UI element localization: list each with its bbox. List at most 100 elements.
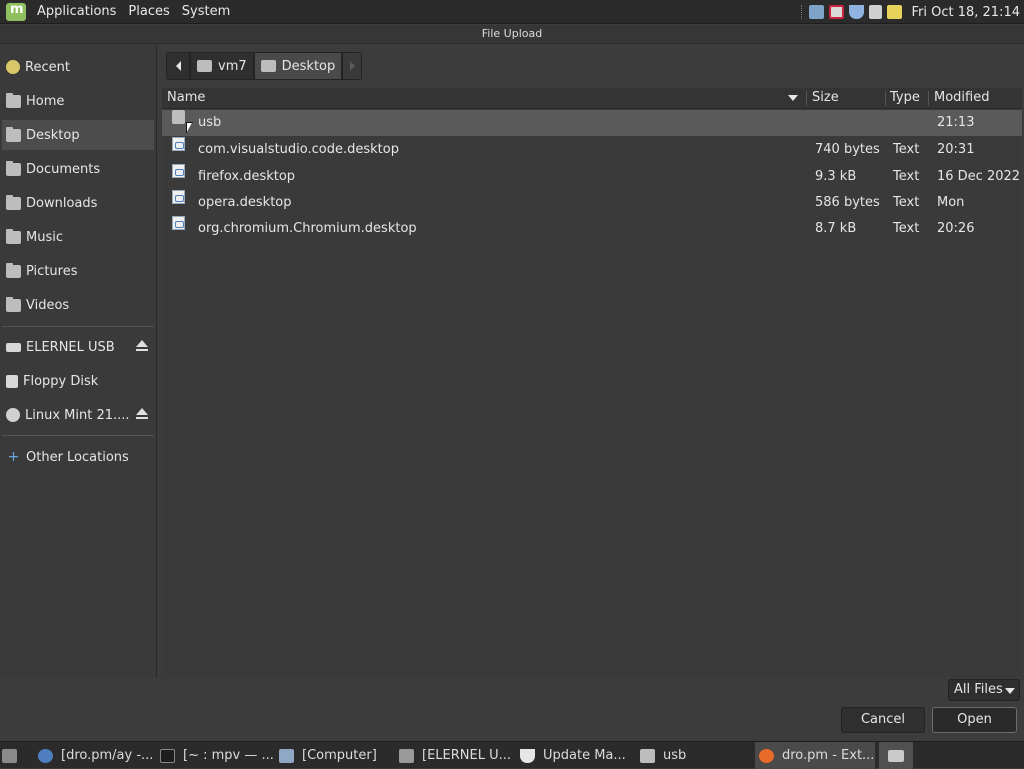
sidebar-item-elernel-usb[interactable]: ELERNEL USB	[2, 332, 154, 362]
taskbar-item-update-manager[interactable]: Update Ma...	[520, 742, 632, 769]
sidebar-item-label: Home	[26, 93, 65, 109]
path-forward-button[interactable]	[342, 52, 363, 80]
eject-icon[interactable]	[136, 408, 148, 420]
pictures-folder-icon	[6, 262, 21, 278]
shield-icon[interactable]	[849, 5, 865, 19]
clock[interactable]: Fri Oct 18, 21:14	[911, 5, 1020, 20]
sidebar-item-label: Music	[26, 229, 63, 245]
drive-icon	[6, 342, 21, 352]
taskbar-item-label: [ELERNEL U...	[422, 748, 512, 763]
file-name: firefox.desktop	[198, 169, 296, 184]
path-crumb-label: Desktop	[281, 58, 336, 74]
table-row[interactable]: org.chromium.Chromium.desktop 8.7 kB Tex…	[162, 216, 1022, 242]
taskbar-item-label: dro.pm - Ext...	[782, 748, 875, 763]
sidebar-item-label: Recent	[25, 59, 70, 75]
table-row[interactable]: usb 21:13	[162, 110, 1022, 136]
path-crumb-desktop[interactable]: Desktop	[253, 52, 343, 80]
places-menu[interactable]: Places	[125, 4, 172, 19]
column-header-type[interactable]: Type	[885, 88, 929, 109]
disc-icon	[6, 408, 20, 422]
taskbar-item-usb[interactable]: usb	[640, 742, 752, 769]
sidebar-item-documents[interactable]: Documents	[2, 154, 154, 184]
path-crumb-vm7[interactable]: vm7	[190, 52, 254, 80]
desktop-file-icon	[172, 216, 185, 230]
system-tray: Fri Oct 18, 21:14	[801, 0, 1020, 24]
update-icon[interactable]	[829, 5, 845, 19]
volume-icon[interactable]	[869, 5, 883, 19]
sidebar-item-label: Pictures	[26, 263, 78, 279]
sidebar-item-label: Floppy Disk	[23, 373, 99, 389]
file-modified: 16 Dec 2022	[937, 169, 1021, 184]
sort-descending-icon	[788, 95, 798, 101]
system-menu[interactable]: System	[179, 4, 233, 19]
sidebar-item-desktop[interactable]: Desktop	[2, 120, 154, 150]
path-back-button[interactable]	[166, 52, 190, 80]
cancel-button[interactable]: Cancel	[841, 707, 925, 733]
taskbar-item-firefox[interactable]: dro.pm - Ext...	[755, 742, 875, 769]
open-button[interactable]: Open	[932, 707, 1017, 733]
sidebar-item-pictures[interactable]: Pictures	[2, 256, 154, 286]
home-folder-icon	[6, 92, 21, 108]
column-header-name[interactable]: Name	[162, 88, 806, 109]
browser-icon	[38, 748, 53, 763]
file-size: 9.3 kB	[815, 169, 857, 184]
sidebar-item-label: Other Locations	[26, 449, 129, 465]
file-list-header: Name Size Type Modified	[162, 88, 1022, 109]
file-size: 586 bytes	[815, 195, 880, 210]
workspace-switcher[interactable]	[879, 742, 913, 769]
file-name: com.visualstudio.code.desktop	[198, 142, 399, 157]
folder-icon	[172, 110, 185, 124]
taskbar-item-label: Update Ma...	[543, 748, 626, 763]
music-folder-icon	[6, 228, 21, 244]
file-type: Text	[893, 221, 920, 236]
sidebar-divider	[2, 326, 154, 327]
taskbar-item-browser[interactable]: [dro.pm/ay -...	[38, 742, 156, 769]
tray-separator	[801, 5, 803, 19]
applications-menu[interactable]: Applications	[34, 4, 119, 19]
column-header-modified[interactable]: Modified	[929, 88, 1022, 109]
dialog-title: File Upload	[0, 25, 1024, 44]
firefox-icon	[759, 748, 774, 763]
computer-icon	[279, 748, 294, 763]
network-icon[interactable]	[809, 5, 825, 19]
taskbar-item-label: usb	[663, 748, 687, 763]
column-header-size[interactable]: Size	[807, 88, 886, 109]
taskbar-item-label: [Computer]	[302, 748, 377, 763]
sidebar-item-other-locations[interactable]: + Other Locations	[2, 442, 154, 472]
sidebar-divider	[2, 435, 154, 436]
sidebar-item-floppy-disk[interactable]: Floppy Disk	[2, 366, 154, 396]
show-desktop-icon	[2, 748, 17, 763]
file-filter-dropdown[interactable]: All Files	[948, 679, 1020, 701]
recent-icon	[6, 60, 20, 74]
taskbar-item-computer[interactable]: [Computer]	[279, 742, 394, 769]
sidebar-item-videos[interactable]: Videos	[2, 290, 154, 320]
taskbar-item-elernel-usb[interactable]: [ELERNEL U...	[399, 742, 514, 769]
table-row[interactable]: firefox.desktop 9.3 kB Text 16 Dec 2022	[162, 164, 1022, 190]
path-bar: vm7 Desktop	[166, 52, 363, 80]
desktop-file-icon	[172, 190, 185, 204]
terminal-icon	[160, 748, 175, 763]
sidebar-item-linux-mint[interactable]: Linux Mint 21....	[2, 400, 154, 430]
notes-icon[interactable]	[887, 5, 903, 19]
drive-window-icon	[399, 748, 414, 763]
folder-icon	[640, 748, 655, 763]
file-modified: Mon	[937, 195, 965, 210]
sidebar-item-home[interactable]: Home	[2, 86, 154, 116]
sidebar-item-label: Linux Mint 21....	[25, 407, 130, 423]
table-row[interactable]: opera.desktop 586 bytes Text Mon	[162, 190, 1022, 216]
file-modified: 21:13	[937, 115, 975, 130]
sidebar-item-downloads[interactable]: Downloads	[2, 188, 154, 218]
sidebar-item-music[interactable]: Music	[2, 222, 154, 252]
table-row[interactable]: com.visualstudio.code.desktop 740 bytes …	[162, 137, 1022, 163]
show-desktop-button[interactable]	[2, 742, 25, 769]
eject-icon[interactable]	[136, 340, 148, 352]
taskbar-item-terminal[interactable]: [~ : mpv — ...	[160, 742, 275, 769]
file-modified: 20:26	[937, 221, 975, 236]
file-name: org.chromium.Chromium.desktop	[198, 221, 417, 236]
desktop-file-icon	[172, 164, 185, 178]
places-sidebar: Recent Home Desktop Documents Downloads …	[0, 45, 157, 678]
mint-menu-icon[interactable]	[6, 2, 26, 21]
file-list: Name Size Type Modified usb 21:13 com.vi…	[162, 88, 1022, 678]
top-panel: Applications Places System Fri Oct 18, 2…	[0, 0, 1024, 24]
sidebar-item-recent[interactable]: Recent	[2, 52, 154, 82]
